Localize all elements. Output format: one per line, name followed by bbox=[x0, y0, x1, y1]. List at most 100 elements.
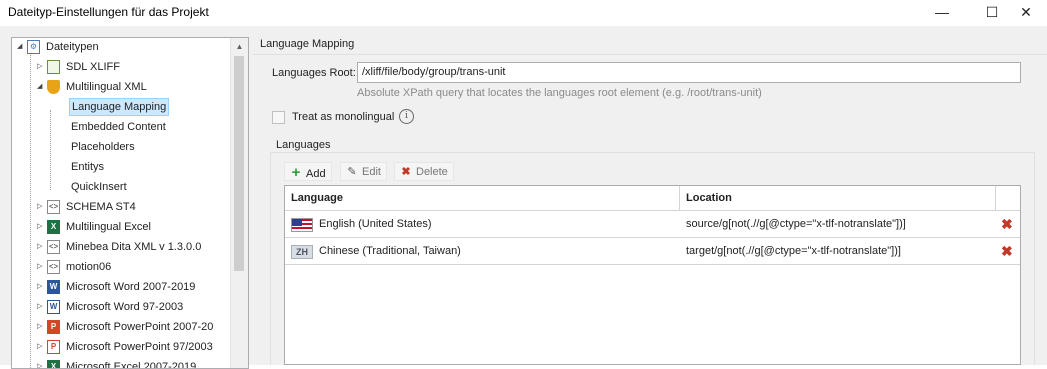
tree-item-label: Language Mapping bbox=[69, 98, 170, 116]
xliff-file-icon bbox=[47, 60, 60, 74]
tree-item-multilingual-excel[interactable]: ▷ X Multilingual Excel bbox=[37, 218, 153, 236]
expand-icon[interactable]: ▷ bbox=[37, 58, 45, 76]
window-title: Dateityp-Einstellungen für das Projekt bbox=[8, 5, 209, 19]
word-icon: W bbox=[47, 280, 60, 294]
xml-file-icon: <> bbox=[47, 200, 60, 214]
tree-item-powerpoint-97[interactable]: ▷ P Microsoft PowerPoint 97/2003 bbox=[37, 338, 215, 356]
dialog-body: ◢ ⚙ Dateitypen ▷ SDL XLIFF ◢ Multilingual XM… bbox=[0, 26, 1047, 369]
languages-root-label: Languages Root: bbox=[272, 67, 356, 79]
tree-item-label: Microsoft Excel 2007-2019 bbox=[66, 361, 197, 369]
edit-button-label: Edit bbox=[362, 166, 381, 178]
expand-icon[interactable]: ▷ bbox=[37, 298, 45, 316]
column-header-language[interactable]: Language bbox=[285, 186, 680, 210]
delete-button[interactable]: ✖ Delete bbox=[394, 162, 454, 181]
expand-icon[interactable]: ▷ bbox=[37, 238, 45, 256]
table-row[interactable]: ZH Chinese (Traditional, Taiwan) target/… bbox=[285, 239, 1020, 265]
section-title: Language Mapping bbox=[260, 38, 355, 50]
delete-row-icon[interactable]: ✖ bbox=[1001, 239, 1013, 264]
excel-icon: X bbox=[47, 220, 60, 234]
powerpoint-icon: P bbox=[47, 340, 60, 354]
expand-icon[interactable]: ▷ bbox=[37, 318, 45, 336]
tree-item-multilingual-xml[interactable]: ◢ Multilingual XML bbox=[37, 78, 149, 96]
tree-item-motion06[interactable]: ▷ <> motion06 bbox=[37, 258, 113, 276]
us-flag-icon bbox=[291, 218, 313, 232]
expand-icon[interactable]: ▷ bbox=[37, 258, 45, 276]
xml-file-icon: <> bbox=[47, 260, 60, 274]
scrollbar-thumb[interactable] bbox=[234, 56, 244, 271]
language-cell: English (United States) bbox=[319, 218, 432, 230]
tree-guide-line bbox=[30, 55, 31, 368]
title-bar: Dateityp-Einstellungen für das Projekt —… bbox=[0, 0, 1047, 26]
expand-icon[interactable]: ▷ bbox=[37, 278, 45, 296]
tree-item-label: SDL XLIFF bbox=[66, 61, 120, 73]
tree-item-sdl-xliff[interactable]: ▷ SDL XLIFF bbox=[37, 58, 122, 76]
tree-item-label: Embedded Content bbox=[71, 121, 166, 133]
tree-item-placeholders[interactable]: Placeholders bbox=[69, 138, 137, 156]
delete-button-label: Delete bbox=[416, 166, 448, 178]
tree-item-label: motion06 bbox=[66, 261, 112, 273]
info-icon[interactable]: i bbox=[399, 109, 414, 124]
tree-item-language-mapping[interactable]: Language Mapping bbox=[69, 98, 170, 116]
filetype-tree[interactable]: ◢ ⚙ Dateitypen ▷ SDL XLIFF ◢ Multilingual XM… bbox=[11, 37, 249, 369]
languages-root-input[interactable]: /xliff/file/body/group/trans-unit bbox=[357, 62, 1021, 83]
multilingual-xml-icon bbox=[47, 80, 60, 94]
tree-item-minebea-dita[interactable]: ▷ <> Minebea Dita XML v 1.3.0.0 bbox=[37, 238, 203, 256]
tree-item-label: Microsoft PowerPoint 2007-20 bbox=[66, 321, 214, 333]
settings-tree-icon: ⚙ bbox=[27, 40, 40, 54]
close-button[interactable]: ✕ bbox=[1003, 0, 1047, 24]
tree-item-label: Dateitypen bbox=[46, 41, 99, 53]
location-cell: source/g[not(.//g[@ctype="x-tlf-notransl… bbox=[686, 218, 906, 230]
treat-as-monolingual-checkbox[interactable] bbox=[272, 111, 285, 124]
expand-icon[interactable]: ▷ bbox=[37, 218, 45, 236]
languages-grid[interactable]: Language Location English (United States… bbox=[284, 185, 1021, 365]
group-border-right bbox=[1034, 152, 1035, 365]
tree-item-label: Microsoft Word 97-2003 bbox=[66, 301, 184, 313]
tree-item-label: SCHEMA ST4 bbox=[66, 201, 136, 213]
tree-item-word-97[interactable]: ▷ W Microsoft Word 97-2003 bbox=[37, 298, 185, 316]
expand-icon[interactable]: ▷ bbox=[37, 198, 45, 216]
tree-scrollbar[interactable]: ▲ bbox=[230, 38, 248, 368]
tree-item-label: QuickInsert bbox=[71, 181, 127, 193]
expand-icon[interactable]: ▷ bbox=[37, 338, 45, 356]
grid-header: Language Location bbox=[285, 186, 1020, 211]
minimize-button[interactable]: — bbox=[919, 0, 965, 24]
tree-item-label: Multilingual XML bbox=[66, 81, 147, 93]
languages-root-hint: Absolute XPath query that locates the la… bbox=[357, 87, 762, 99]
tree-item-label: Minebea Dita XML v 1.3.0.0 bbox=[66, 241, 202, 253]
tree-item-excel-2007[interactable]: ▷ X Microsoft Excel 2007-2019 bbox=[37, 358, 198, 369]
edit-icon: ✎ bbox=[347, 166, 357, 178]
add-icon: + bbox=[291, 164, 301, 181]
tree-item-schema-st4[interactable]: ▷ <> SCHEMA ST4 bbox=[37, 198, 138, 216]
powerpoint-icon: P bbox=[47, 320, 60, 334]
tree-item-label: Microsoft PowerPoint 97/2003 bbox=[66, 341, 213, 353]
tree-item-word-2007[interactable]: ▷ W Microsoft Word 2007-2019 bbox=[37, 278, 197, 296]
scroll-up-icon[interactable]: ▲ bbox=[231, 38, 248, 55]
tree-item-dateitypen[interactable]: ◢ ⚙ Dateitypen bbox=[17, 38, 101, 56]
language-cell: Chinese (Traditional, Taiwan) bbox=[319, 245, 461, 257]
tree-item-label: Microsoft Word 2007-2019 bbox=[66, 281, 196, 293]
tree-item-embedded-content[interactable]: Embedded Content bbox=[69, 118, 168, 136]
tree-item-powerpoint-2007[interactable]: ▷ P Microsoft PowerPoint 2007-20 bbox=[37, 318, 215, 336]
location-cell: target/g[not(.//g[@ctype="x-tlf-notransl… bbox=[686, 245, 901, 257]
tree-guide-line bbox=[50, 110, 51, 190]
xml-file-icon: <> bbox=[47, 240, 60, 254]
add-button-label: Add bbox=[306, 168, 326, 180]
collapse-icon[interactable]: ◢ bbox=[37, 78, 45, 96]
delete-row-icon[interactable]: ✖ bbox=[1001, 212, 1013, 237]
edit-button[interactable]: ✎ Edit bbox=[340, 162, 387, 181]
expand-icon[interactable]: ▷ bbox=[37, 358, 45, 368]
word-icon: W bbox=[47, 300, 60, 314]
tree-item-quickinsert[interactable]: QuickInsert bbox=[69, 178, 129, 196]
collapse-icon[interactable]: ◢ bbox=[17, 38, 25, 56]
section-divider bbox=[253, 54, 1047, 55]
add-button[interactable]: + Add bbox=[284, 162, 332, 181]
tree-item-label: Placeholders bbox=[71, 141, 135, 153]
group-border-top bbox=[270, 152, 1034, 153]
tree-item-label: Entitys bbox=[71, 161, 105, 173]
table-row[interactable]: English (United States) source/g[not(.//… bbox=[285, 212, 1020, 238]
tree-item-entitys[interactable]: Entitys bbox=[69, 158, 106, 176]
column-header-location[interactable]: Location bbox=[680, 186, 996, 210]
group-border-left bbox=[270, 152, 271, 365]
languages-group-label: Languages bbox=[276, 139, 331, 151]
treat-as-monolingual-label[interactable]: Treat as monolingual bbox=[292, 111, 394, 123]
